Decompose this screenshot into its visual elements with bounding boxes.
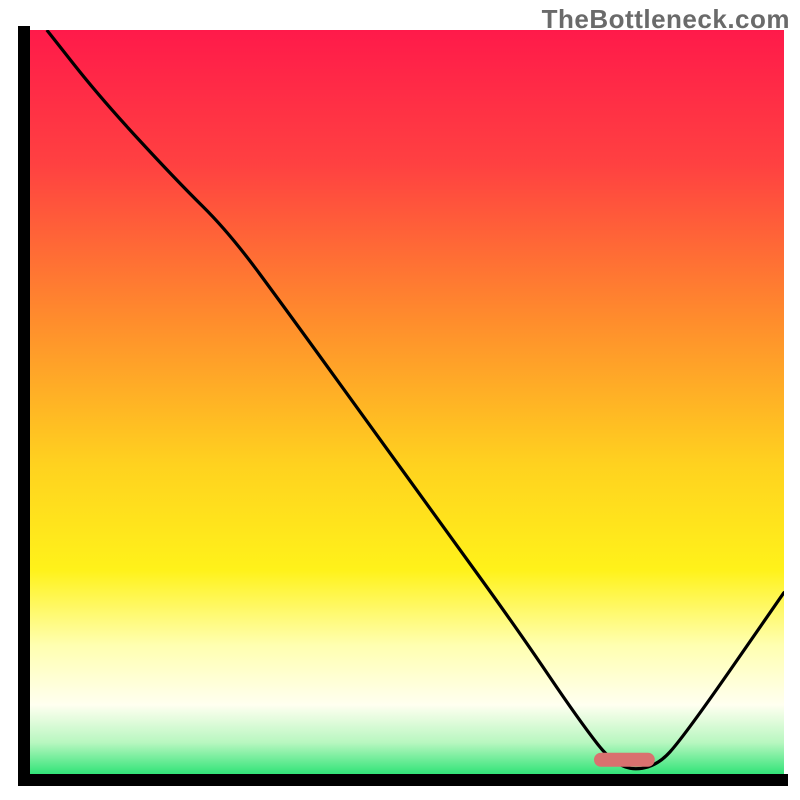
gradient-background <box>24 30 784 780</box>
watermark-text: TheBottleneck.com <box>542 4 790 35</box>
bottleneck-chart: TheBottleneck.com <box>0 0 800 800</box>
optimal-marker <box>594 753 655 767</box>
chart-svg <box>0 0 800 800</box>
